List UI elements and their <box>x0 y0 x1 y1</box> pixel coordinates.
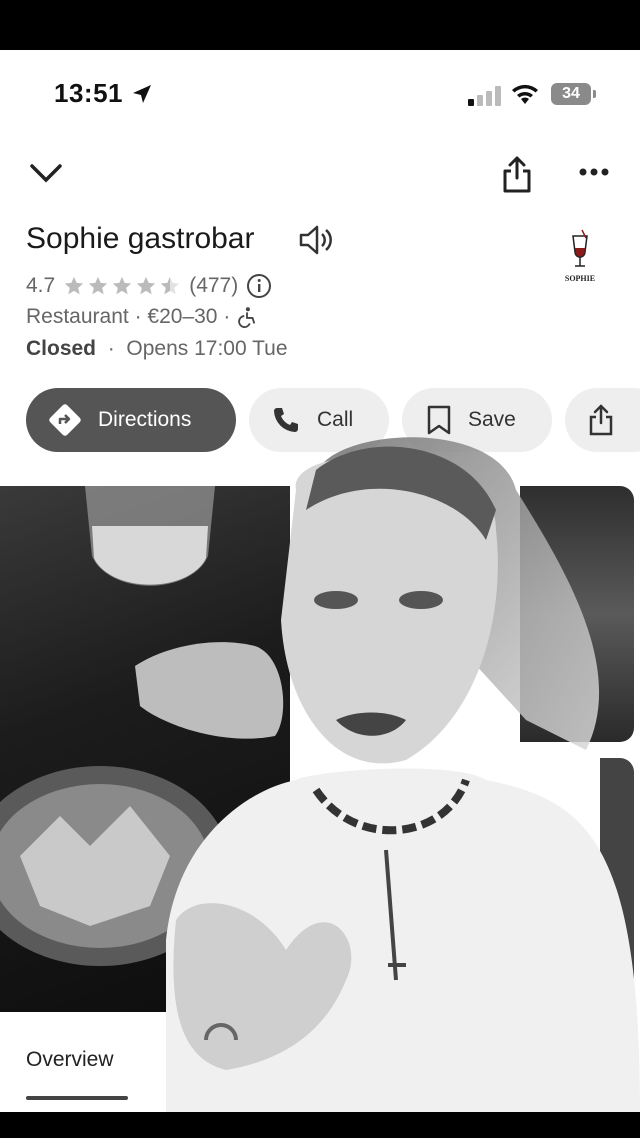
battery-level: 34 <box>551 83 591 105</box>
rating-row[interactable]: 4.7 (477) <box>26 272 272 300</box>
star-icon <box>137 276 156 295</box>
logo-wordmark: SOPHIE <box>564 274 596 283</box>
tab-overview[interactable]: Overview <box>26 1048 114 1072</box>
person-video-overlay <box>166 437 640 1112</box>
speaker-icon[interactable] <box>298 224 334 256</box>
cellular-signal-icon <box>468 86 501 106</box>
battery-indicator: 34 <box>551 83 597 105</box>
rating-value: 4.7 <box>26 274 56 297</box>
category-row: Restaurant · €20–30 · <box>26 305 258 329</box>
status-bar: 13:51 34 <box>0 50 640 140</box>
star-rating <box>63 275 183 297</box>
maps-place-sheet: 13:51 34 Sophie gastrobar SOPHIE 4.7 (47… <box>0 50 640 1112</box>
bottom-black-bar <box>0 1112 640 1138</box>
opening-time: Opens 17:00 Tue <box>126 337 288 360</box>
open-status: Closed <box>26 337 97 360</box>
more-options-icon[interactable] <box>576 162 612 182</box>
restaurant-logo: SOPHIE <box>556 228 604 290</box>
star-icon <box>113 276 132 295</box>
review-count: (477) <box>189 274 239 297</box>
wheelchair-accessible-icon <box>238 307 256 328</box>
active-tab-indicator <box>26 1096 128 1100</box>
status-time: 13:51 <box>54 78 123 108</box>
star-icon <box>89 276 108 295</box>
share-icon[interactable] <box>500 154 534 194</box>
place-name: Sophie gastrobar <box>26 222 255 255</box>
location-arrow-icon <box>133 85 151 103</box>
price-range: €20–30 <box>147 305 218 328</box>
wifi-icon <box>512 84 538 104</box>
half-star-icon <box>161 276 180 295</box>
hours-row[interactable]: Closed · Opens 17:00 Tue <box>26 337 288 361</box>
chevron-down-icon[interactable] <box>26 158 66 188</box>
category: Restaurant <box>26 305 129 328</box>
info-icon[interactable] <box>246 273 272 299</box>
star-icon <box>65 276 84 295</box>
directions-icon <box>49 404 81 436</box>
wine-glass-logo-icon <box>572 229 588 267</box>
